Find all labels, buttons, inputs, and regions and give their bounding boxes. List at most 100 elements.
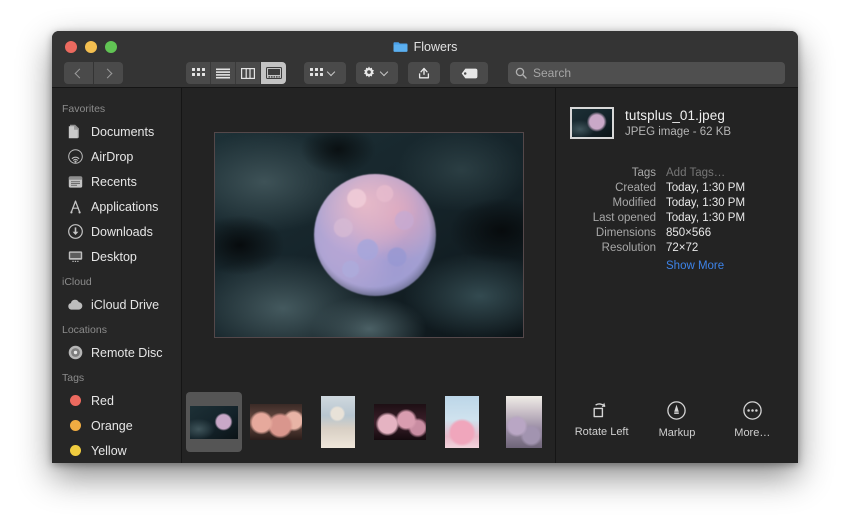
cloud-icon xyxy=(67,297,83,313)
group-by-button[interactable] xyxy=(304,62,346,84)
show-more-link[interactable]: Show More xyxy=(666,260,798,272)
sidebar-item-label: Yellow xyxy=(91,443,127,458)
more-button[interactable]: More… xyxy=(721,401,783,439)
metadata-value-modified: Today, 1:30 PM xyxy=(666,197,746,209)
sidebar-item-downloads[interactable]: Downloads xyxy=(52,219,181,244)
actions-button[interactable] xyxy=(356,62,398,84)
metadata-label: Resolution xyxy=(601,242,656,254)
sidebar-item-tag-red[interactable]: Red xyxy=(52,388,181,413)
desktop-icon xyxy=(67,249,83,265)
metadata-label: Created xyxy=(615,182,656,194)
metadata-value-created: Today, 1:30 PM xyxy=(666,182,746,194)
thumbnail-item-3[interactable] xyxy=(310,392,366,452)
sidebar-item-remote-disc[interactable]: Remote Disc xyxy=(52,340,181,365)
sidebar-item-label: Orange xyxy=(91,418,133,433)
markup-button[interactable]: Markup xyxy=(646,401,708,439)
tag-dot-icon xyxy=(67,393,83,409)
share-button[interactable] xyxy=(408,62,440,84)
forward-button[interactable] xyxy=(94,62,123,84)
file-header: tutsplus_01.jpeg JPEG image - 62 KB xyxy=(556,88,798,139)
icon-view-button[interactable] xyxy=(186,62,211,84)
rotate-left-icon xyxy=(593,402,606,418)
thumbnail-item-2[interactable] xyxy=(248,392,304,452)
metadata-label: Last opened xyxy=(592,212,656,224)
share-icon xyxy=(418,67,430,79)
sidebar-item-desktop[interactable]: Desktop xyxy=(52,244,181,269)
sidebar-item-label: Downloads xyxy=(91,224,153,239)
list-icon xyxy=(216,68,230,78)
metadata-label: Tags xyxy=(631,167,656,179)
sidebar-item-label: Applications xyxy=(91,199,159,214)
grid-small-icon xyxy=(310,67,323,76)
metadata-value-tags[interactable]: Add Tags… xyxy=(666,167,798,179)
sidebar-item-tag-orange[interactable]: Orange xyxy=(52,413,181,438)
sidebar-header-locations: Locations xyxy=(62,324,107,336)
tag-button[interactable] xyxy=(450,62,488,84)
info-pane: tutsplus_01.jpeg JPEG image - 62 KB Tags… xyxy=(556,88,798,463)
search-input[interactable]: Search xyxy=(508,62,785,84)
window-title: Flowers xyxy=(52,40,798,54)
sidebar-item-label: iCloud Drive xyxy=(91,297,160,312)
search-icon xyxy=(515,67,527,79)
sidebar-header-tags: Tags xyxy=(62,372,85,384)
thumbnail-image xyxy=(250,404,302,440)
sidebar-item-tag-yellow[interactable]: Yellow xyxy=(52,438,181,463)
metadata-label: Dimensions xyxy=(595,227,656,239)
airdrop-icon xyxy=(67,149,83,165)
thumbnail-item-5[interactable] xyxy=(434,392,490,452)
file-thumbnail xyxy=(570,107,614,139)
chevron-down-icon xyxy=(379,67,389,77)
metadata-value-resolution: 72×72 xyxy=(666,242,699,254)
window-body: Favorites Documents AirDrop Recents Appl… xyxy=(52,88,798,463)
sidebar-item-label: Red xyxy=(91,393,114,408)
rotate-left-button[interactable]: Rotate Left xyxy=(571,401,633,439)
sidebar-header-favorites: Favorites xyxy=(62,103,106,115)
chevron-down-icon xyxy=(326,67,336,77)
metadata-value-last-opened: Today, 1:30 PM xyxy=(666,212,746,224)
more-icon xyxy=(743,401,762,420)
tag-dot-icon xyxy=(67,443,83,459)
sidebar-item-icloud-drive[interactable]: iCloud Drive xyxy=(52,292,181,317)
action-label: More… xyxy=(734,427,771,439)
action-label: Markup xyxy=(658,427,696,439)
downloads-icon xyxy=(67,224,83,240)
sidebar-item-airdrop[interactable]: AirDrop xyxy=(52,144,181,169)
window-titlebar: Flowers Search xyxy=(52,31,798,88)
folder-icon xyxy=(393,41,408,53)
sidebar-header-icloud: iCloud xyxy=(62,276,92,288)
metadata-value-dimensions: 850×566 xyxy=(666,227,712,239)
applications-icon xyxy=(67,199,83,215)
column-view-button[interactable] xyxy=(236,62,261,84)
sidebar-item-applications[interactable]: Applications xyxy=(52,194,181,219)
thumbnail-image xyxy=(506,396,542,448)
screenshot-root: Flowers Search Favorites Documents AirDr… xyxy=(0,0,850,528)
action-label: Rotate Left xyxy=(574,426,629,438)
toolbar: Search xyxy=(52,59,798,87)
back-button[interactable] xyxy=(64,62,93,84)
sidebar-item-documents[interactable]: Documents xyxy=(52,119,181,144)
thumbnail-image xyxy=(190,405,238,439)
file-name: tutsplus_01.jpeg xyxy=(625,108,725,123)
chevron-left-icon xyxy=(74,68,85,78)
sidebar-item-label: Documents xyxy=(91,124,155,139)
sidebar-item-label: Remote Disc xyxy=(91,345,163,360)
sidebar[interactable]: Favorites Documents AirDrop Recents Appl… xyxy=(52,88,182,463)
thumbnail-item-1[interactable] xyxy=(186,392,242,452)
thumbnail-item-4[interactable] xyxy=(372,392,428,452)
documents-icon xyxy=(67,124,83,140)
finder-window: Flowers Search Favorites Documents AirDr… xyxy=(52,31,798,463)
grid-icon xyxy=(191,67,205,76)
search-placeholder: Search xyxy=(533,66,572,80)
gallery-view-button[interactable] xyxy=(261,62,286,84)
sidebar-item-label: AirDrop xyxy=(91,149,134,164)
quick-actions: Rotate Left Markup More… xyxy=(556,401,798,439)
preview-pane xyxy=(182,88,556,463)
view-mode-segmented-control xyxy=(186,62,286,84)
thumbnail-item-6[interactable] xyxy=(496,392,552,452)
thumbnail-filmstrip[interactable] xyxy=(182,381,555,463)
window-title-text: Flowers xyxy=(413,40,458,54)
chevron-right-icon xyxy=(102,68,113,78)
sidebar-item-label: Recents xyxy=(91,174,137,189)
list-view-button[interactable] xyxy=(211,62,236,84)
sidebar-item-recents[interactable]: Recents xyxy=(52,169,181,194)
